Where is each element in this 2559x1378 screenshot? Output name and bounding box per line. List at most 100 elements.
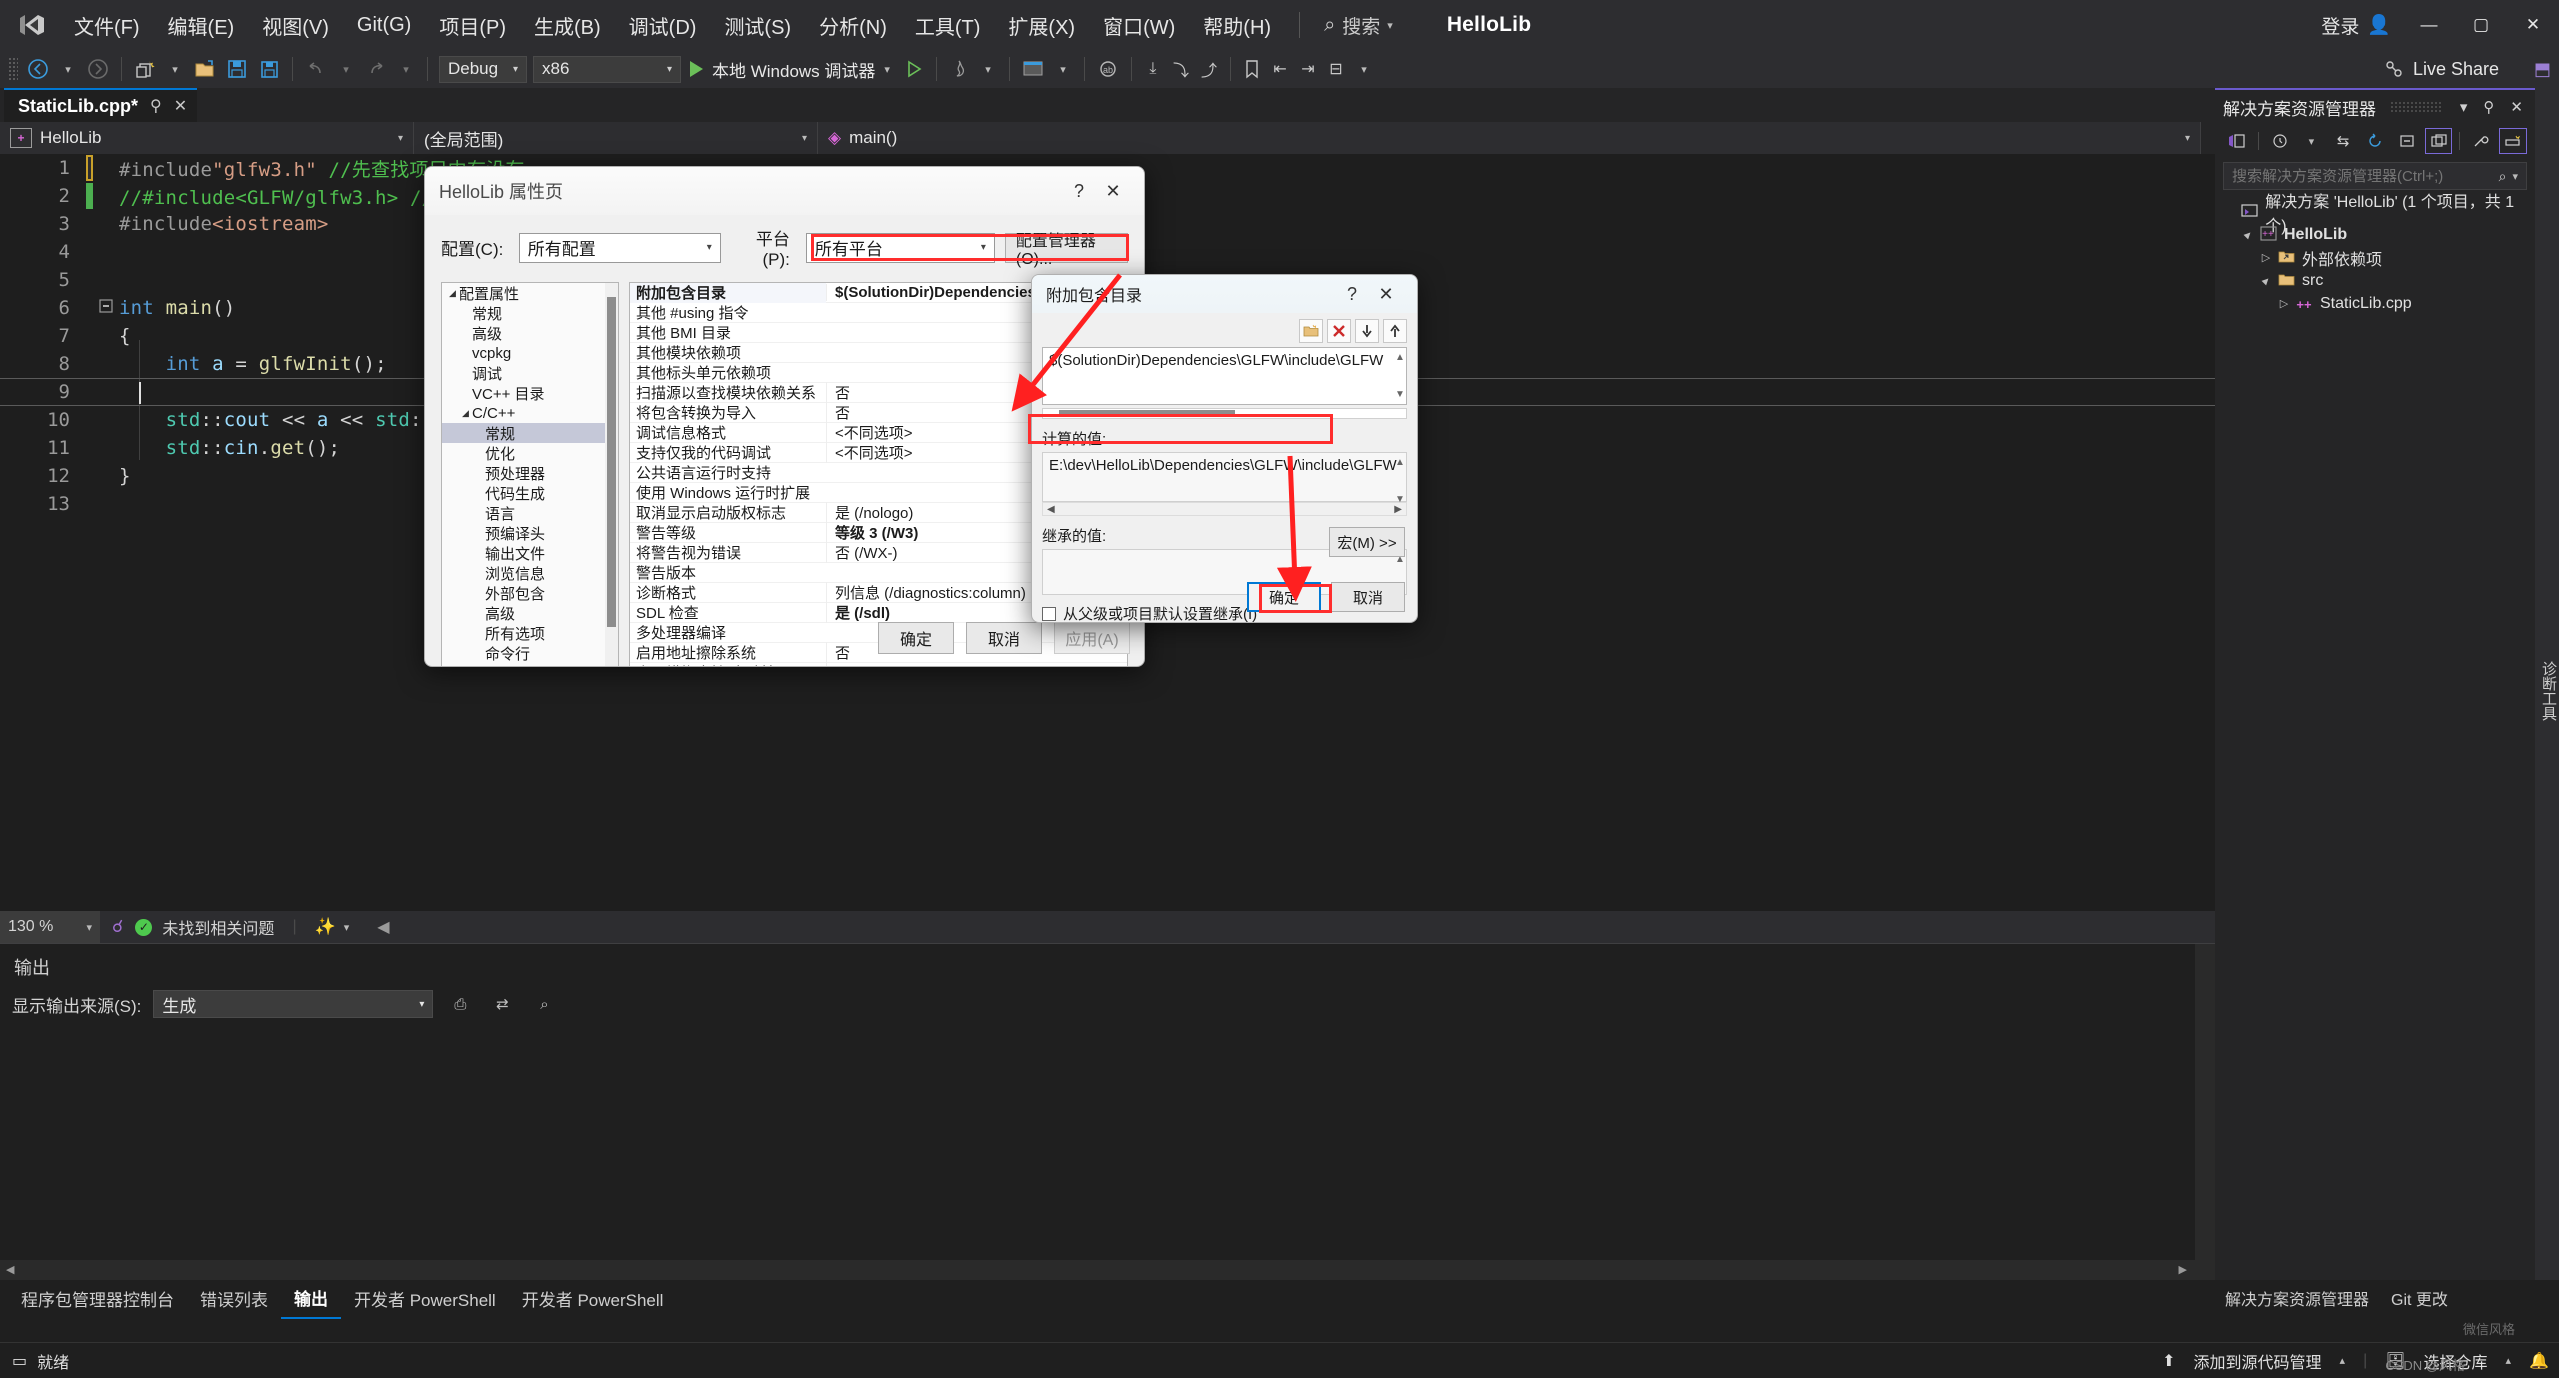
solution-search-input[interactable] <box>2232 167 2499 185</box>
property-category-item[interactable]: 输出文件 <box>442 543 618 563</box>
chevron-expanded-icon[interactable]: ◢ <box>459 408 472 419</box>
hot-reload-dropdown-icon[interactable]: ▾ <box>974 54 1002 84</box>
scrollbar-thumb[interactable] <box>1059 410 1235 417</box>
save-all-icon[interactable] <box>253 54 285 84</box>
close-icon[interactable]: ✕ <box>174 96 187 116</box>
show-all-files-icon[interactable] <box>2424 128 2453 154</box>
chevron-left-icon[interactable]: ◀ <box>1047 504 1055 515</box>
property-category-item[interactable]: VC++ 目录 <box>442 383 618 403</box>
process-dropdown-icon[interactable]: ▾ <box>1049 54 1077 84</box>
navbar-scope-combo[interactable]: (全局范围) ▾ <box>414 122 818 154</box>
collapse-all-icon[interactable] <box>2393 128 2421 154</box>
platform-combo[interactable]: x86 ▾ <box>533 55 681 83</box>
process-icon[interactable] <box>1017 54 1049 84</box>
menu-extensions[interactable]: 扩展(X) <box>994 5 1089 46</box>
intellicode-icon[interactable]: ☌ <box>112 917 123 937</box>
pending-changes-icon[interactable] <box>2266 128 2294 154</box>
navigate-forward-icon[interactable] <box>82 54 114 84</box>
list-horizontal-scrollbar[interactable] <box>1042 408 1407 419</box>
new-folder-icon[interactable] <box>1299 319 1323 343</box>
tab-error-list[interactable]: 错误列表 <box>187 1279 281 1318</box>
menu-test[interactable]: 测试(S) <box>710 5 805 46</box>
bookmark-icon[interactable] <box>1238 54 1266 84</box>
cleanup-icon[interactable]: ✨ <box>315 917 336 937</box>
tab-output[interactable]: 输出 <box>281 1278 341 1319</box>
property-category-item[interactable]: ◢ C/C++ <box>442 403 618 423</box>
menu-git[interactable]: Git(G) <box>343 8 425 43</box>
minimize-button[interactable]: — <box>2403 0 2455 50</box>
tab-developer-powershell-2[interactable]: 开发者 PowerShell <box>509 1279 677 1318</box>
menu-tools[interactable]: 工具(T) <box>901 5 995 46</box>
property-category-item[interactable]: 代码生成 <box>442 483 618 503</box>
help-icon[interactable]: ? <box>1335 277 1369 311</box>
menu-debug[interactable]: 调试(D) <box>615 5 711 46</box>
solution-explorer-search[interactable]: ⌕ ▾ <box>2223 162 2527 190</box>
menu-window[interactable]: 窗口(W) <box>1089 5 1189 46</box>
property-category-item[interactable]: 高级 <box>442 603 618 623</box>
fold-collapse-icon[interactable] <box>93 299 119 317</box>
chevron-up-icon[interactable]: ▲ <box>1395 352 1405 363</box>
preview-selected-icon[interactable] <box>2499 128 2528 154</box>
save-icon[interactable] <box>221 54 253 84</box>
refresh-icon[interactable] <box>2361 128 2389 154</box>
property-category-item[interactable]: ▷链接器 <box>442 663 618 667</box>
navbar-member-combo[interactable]: ◈ main() ▾ <box>818 122 2201 154</box>
add-to-source-control[interactable]: 添加到源代码管理 <box>2194 1349 2322 1373</box>
back-dropdown-icon[interactable]: ▾ <box>54 54 82 84</box>
undo-icon[interactable] <box>300 54 332 84</box>
tab-developer-powershell-1[interactable]: 开发者 PowerShell <box>341 1279 509 1318</box>
undo-dropdown-icon[interactable]: ▾ <box>332 54 360 84</box>
step-into-icon[interactable]: ⤓ <box>1139 54 1167 84</box>
inherit-checkbox[interactable] <box>1042 606 1056 621</box>
memory-icon[interactable]: ab <box>1092 54 1124 84</box>
close-icon[interactable]: ✕ <box>2506 98 2527 116</box>
menu-project[interactable]: 项目(P) <box>425 5 520 46</box>
toolbar-grip[interactable] <box>8 57 18 81</box>
step-out-icon[interactable]: ⤴ <box>1195 54 1223 84</box>
pin-icon[interactable]: ⚲ <box>2479 98 2498 116</box>
new-project-dropdown-icon[interactable]: ▾ <box>161 54 189 84</box>
close-icon[interactable]: ✕ <box>1096 174 1130 208</box>
chevron-collapsed-icon[interactable]: ▷ <box>2257 251 2275 264</box>
toolbar-overflow-icon[interactable]: ▾ <box>1350 54 1378 84</box>
collapse-panel-icon[interactable]: ◀ <box>377 917 389 937</box>
property-category-item[interactable]: vcpkg <box>442 343 618 363</box>
help-icon[interactable]: ? <box>1062 174 1096 208</box>
find-output-icon[interactable]: ⌕ <box>529 990 559 1018</box>
config-select[interactable]: 所有配置 ▾ <box>518 232 721 263</box>
property-category-item[interactable]: 优化 <box>442 443 618 463</box>
evaluated-vertical-scrollbar[interactable]: ▲ ▼ <box>1392 453 1406 509</box>
solution-tree-item[interactable]: ▷ 外部依赖项 <box>2215 246 2535 269</box>
move-down-icon[interactable] <box>1355 319 1379 343</box>
property-category-tree[interactable]: ◢ 配置属性 常规 高级 vcpkg 调试 VC++ 目录 ◢ C/C++ 常规 优化 预处理器 代码生… <box>441 282 619 667</box>
scrollbar-thumb[interactable] <box>607 297 616 627</box>
property-category-item[interactable]: 外部包含 <box>442 583 618 603</box>
zoom-combo[interactable]: 130 % ▾ <box>0 911 100 943</box>
properties-icon[interactable] <box>2467 128 2495 154</box>
next-bookmark-icon[interactable]: ⇥ <box>1294 54 1322 84</box>
configuration-combo[interactable]: Debug ▾ <box>439 55 527 83</box>
live-share-button[interactable]: Live Share <box>2384 50 2499 88</box>
evaluated-horizontal-scrollbar[interactable]: ◀ ▶ <box>1042 502 1407 516</box>
sync-icon[interactable]: ⇆ <box>2329 128 2357 154</box>
property-category-item[interactable]: 浏览信息 <box>442 563 618 583</box>
chevron-down-icon[interactable]: ▼ <box>1395 494 1405 505</box>
chevron-down-icon[interactable]: ▼ <box>1395 389 1405 400</box>
source-control-upload-icon[interactable]: ⬆ <box>2162 1351 2175 1371</box>
property-category-item[interactable]: 常规 <box>442 423 618 443</box>
menu-file[interactable]: 文件(F) <box>60 5 154 46</box>
solution-tree-item[interactable]: ▷ ++ StaticLib.cpp <box>2215 292 2535 315</box>
tab-staticlib-cpp[interactable]: StaticLib.cpp* ⚲ ✕ <box>4 88 198 122</box>
chevron-expanded-icon[interactable]: ▲ <box>2237 224 2258 245</box>
property-category-item[interactable]: 高级 <box>442 323 618 343</box>
delete-icon[interactable] <box>1327 319 1351 343</box>
apply-button[interactable]: 应用(A) <box>1054 622 1130 654</box>
solution-tree[interactable]: 解决方案 'HelloLib' (1 个项目，共 1 个) ▲ ++ HelloLib… <box>2215 194 2535 321</box>
property-category-item[interactable]: ◢ 配置属性 <box>442 283 618 303</box>
output-vertical-scrollbar[interactable] <box>2195 944 2215 1261</box>
global-search[interactable]: ⌕ 搜索 ▾ <box>1314 8 1403 43</box>
clear-output-icon[interactable]: ⎙ <box>445 990 475 1018</box>
navbar-project-combo[interactable]: + HelloLib ▾ <box>0 122 414 154</box>
signin-button[interactable]: 登录 👤 <box>2309 6 2403 45</box>
menu-help[interactable]: 帮助(H) <box>1189 5 1285 46</box>
